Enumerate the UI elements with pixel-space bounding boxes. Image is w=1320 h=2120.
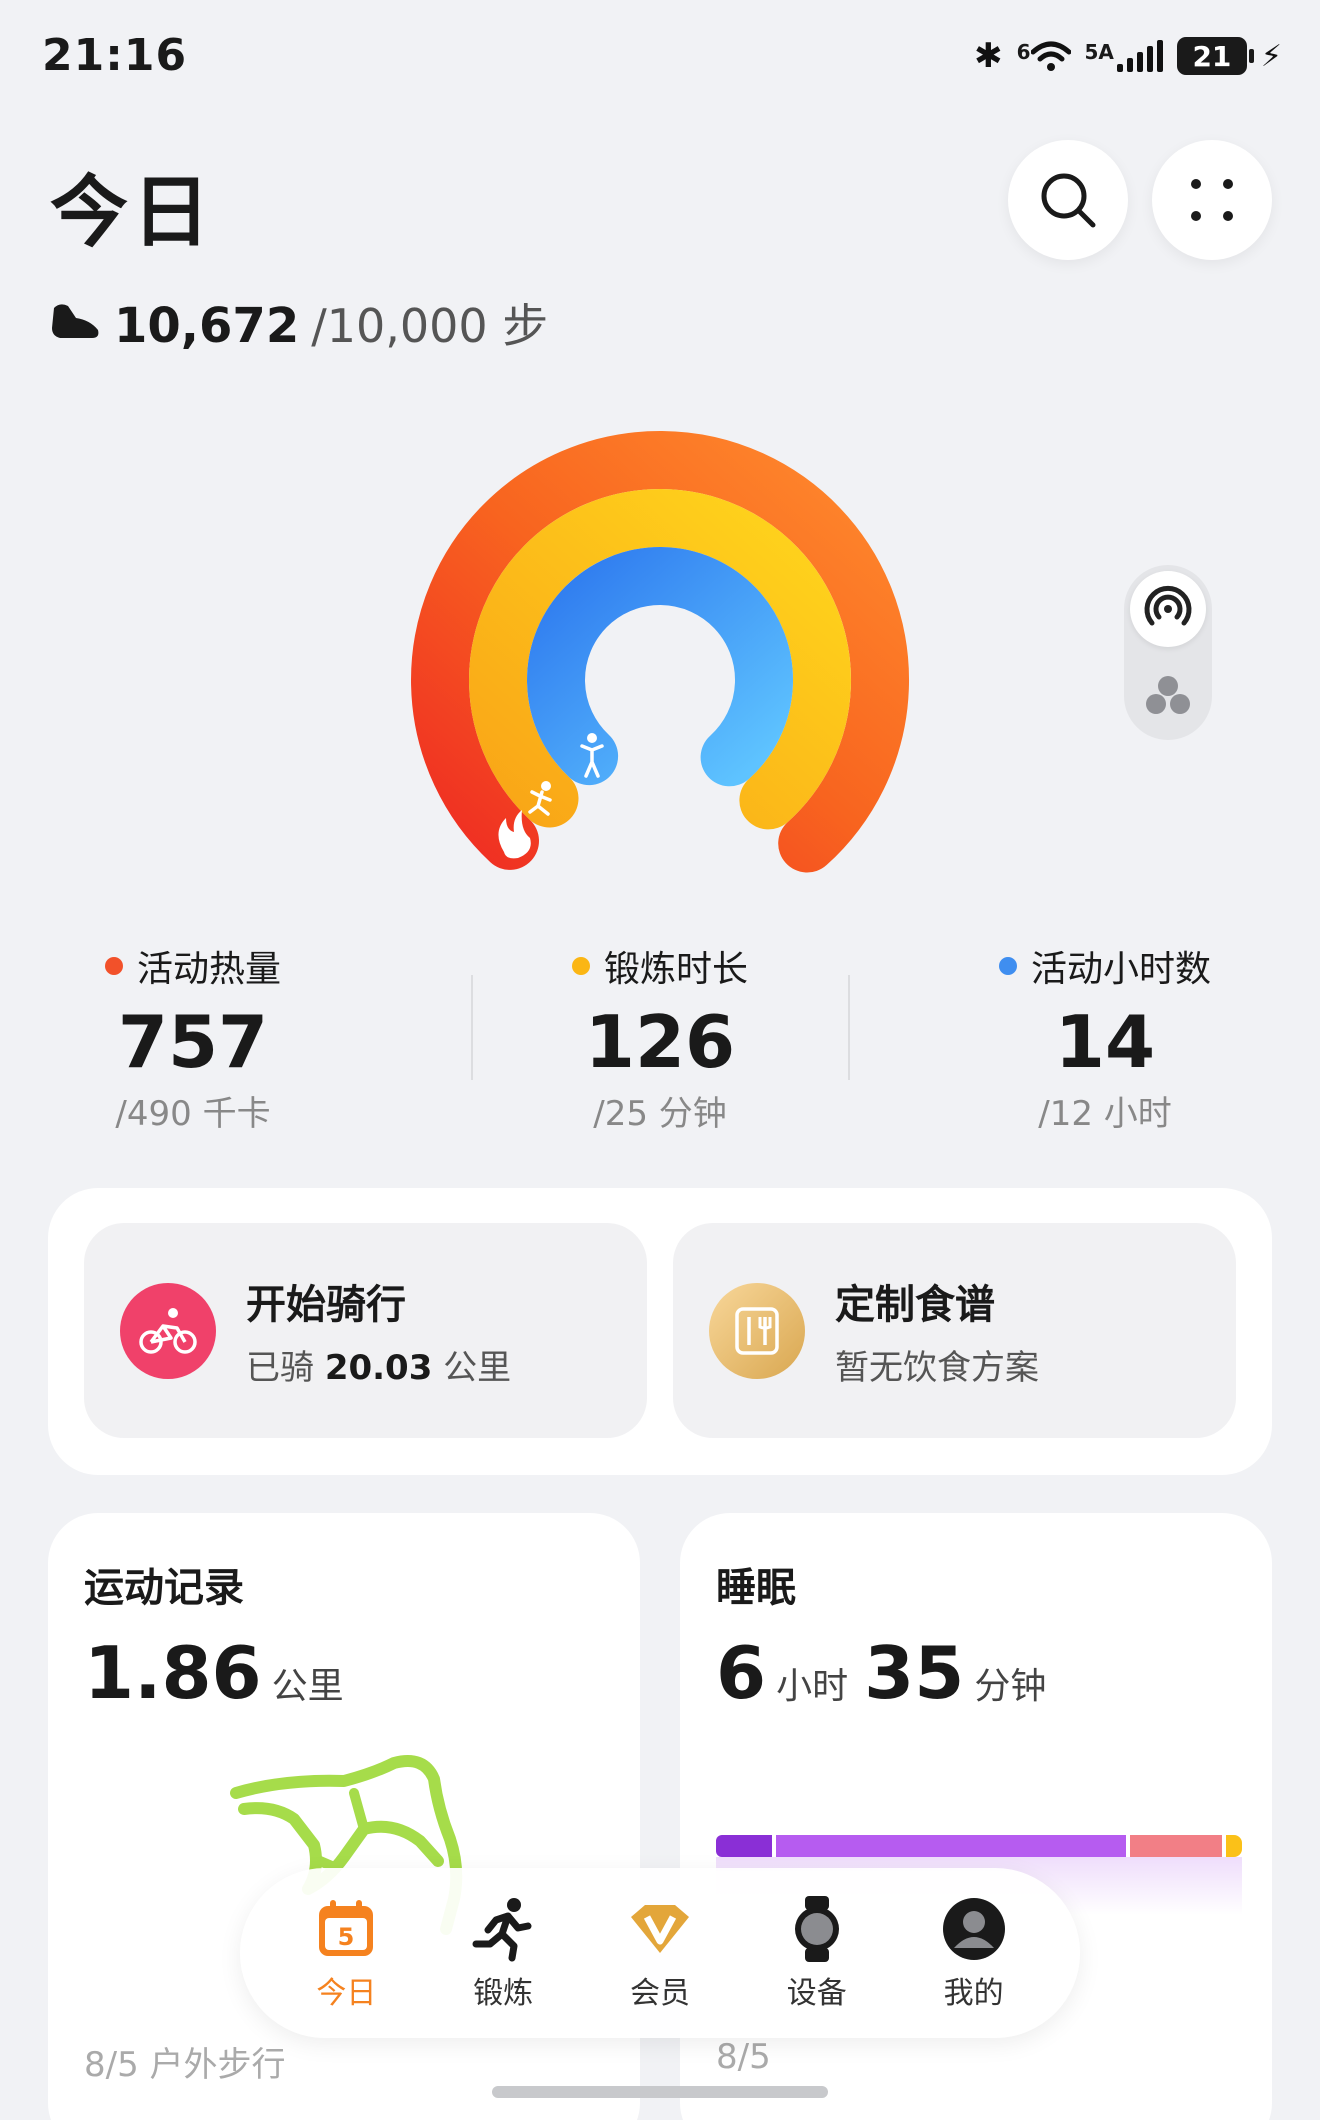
menu-icon: [709, 1282, 805, 1379]
stat-label: 锻炼时长: [603, 949, 748, 990]
quick-subtitle: 已骑 20.03 公里: [246, 1348, 512, 1388]
stat-goal: /12 小时: [1038, 1094, 1172, 1134]
calendar-badge: 5: [338, 1923, 355, 1951]
sleep-stage-segment: [1130, 1835, 1222, 1857]
stat-active-hours[interactable]: 活动小时数 14 /12 小时: [940, 940, 1270, 1135]
cycling-distance: 20.03: [324, 1348, 433, 1388]
card-title: 运动记录: [84, 1565, 244, 1611]
active-hours-ring: [527, 547, 793, 787]
stat-value: 757: [117, 1000, 269, 1084]
sleep-stage-segment: [776, 1835, 1126, 1857]
wifi-label: 6: [1016, 40, 1031, 64]
quick-title: 开始骑行: [246, 1282, 406, 1328]
sleep-minutes: 35: [864, 1631, 965, 1715]
card-title: 睡眠: [716, 1565, 796, 1611]
steps-summary[interactable]: 10,672 /10,000 步: [50, 290, 548, 356]
status-time: 21:16: [42, 30, 188, 81]
card-date: 8/5 户外步行: [84, 2045, 286, 2085]
custom-diet-card[interactable]: 定制食谱 暂无饮食方案: [673, 1223, 1236, 1438]
activity-rings[interactable]: [400, 420, 920, 900]
bluetooth-icon: ✱: [974, 36, 1003, 76]
sleep-minutes-unit: 分钟: [974, 1666, 1047, 1707]
calendar-icon: 5: [311, 1894, 381, 1964]
stat-value: 126: [584, 1000, 736, 1084]
rings-icon: [1144, 585, 1192, 626]
steps-goal: /10,000 步: [311, 299, 549, 353]
calories-dot: [104, 957, 123, 975]
shoe-icon: [52, 304, 99, 338]
nav-label: 今日: [316, 1976, 377, 2011]
grid-dots-icon: [1191, 179, 1233, 221]
quick-actions-panel: 开始骑行 已骑 20.03 公里 定制食谱 暂无饮食方案: [48, 1188, 1272, 1475]
search-button[interactable]: [1008, 140, 1128, 260]
nav-label: 会员: [629, 1976, 690, 2011]
metric-value: 1.86: [84, 1631, 262, 1715]
nav-label: 锻炼: [473, 1976, 534, 2011]
network-label: 5A: [1084, 40, 1114, 64]
rings-view-button[interactable]: [1130, 571, 1206, 647]
watch-icon: [782, 1894, 852, 1964]
sleep-hours-unit: 小时: [776, 1666, 849, 1707]
sleep-stage-segment: [1226, 1835, 1242, 1857]
divider: [848, 975, 850, 1080]
cycling-icon: [120, 1282, 216, 1379]
exercise-dot: [571, 957, 590, 975]
wifi-icon: 6: [1017, 40, 1071, 72]
runner-icon: [468, 1894, 538, 1964]
steps-current: 10,672: [114, 298, 300, 354]
stat-label: 活动小时数: [1030, 949, 1211, 990]
cellular-signal-icon: 5A: [1085, 40, 1163, 72]
profile-icon: [939, 1894, 1009, 1964]
quick-title: 定制食谱: [835, 1282, 995, 1328]
exercise-distance: 1.86 公里: [84, 1631, 344, 1715]
stat-calories[interactable]: 活动热量 757 /490 千卡: [28, 940, 358, 1135]
bubbles-icon: [1146, 676, 1190, 714]
nav-today[interactable]: 5 今日: [276, 1894, 416, 2012]
search-icon: [1041, 173, 1096, 228]
card-date: 8/5: [716, 2037, 771, 2077]
status-icons: ✱ 6 5A 21 ⚡: [974, 36, 1282, 76]
bubbles-view-button[interactable]: [1130, 657, 1206, 733]
ring-mode-toggle[interactable]: [1124, 565, 1212, 740]
nav-label: 设备: [786, 1976, 847, 2011]
vip-icon: [625, 1894, 695, 1964]
active-hours-dot: [998, 957, 1017, 975]
stat-value: 14: [1054, 1000, 1156, 1084]
metric-unit: 公里: [271, 1666, 344, 1707]
bottom-nav: 5 今日 锻炼 会员 设备 我的: [240, 1868, 1080, 2038]
stat-goal: /25 分钟: [593, 1094, 727, 1134]
nav-vip[interactable]: 会员: [590, 1894, 730, 2012]
quick-subtitle: 暂无饮食方案: [835, 1348, 1039, 1388]
divider: [471, 975, 473, 1080]
more-button[interactable]: [1152, 140, 1272, 260]
battery-level: 21: [1192, 39, 1232, 73]
home-indicator[interactable]: [492, 2086, 828, 2098]
nav-profile[interactable]: 我的: [904, 1894, 1044, 2012]
nav-device[interactable]: 设备: [747, 1894, 887, 2012]
sleep-hours: 6: [716, 1631, 767, 1715]
sleep-stage-segment: [716, 1835, 772, 1857]
sleep-duration: 6 小时 35 分钟: [716, 1631, 1046, 1715]
nav-label: 我的: [943, 1976, 1004, 2011]
nav-workout[interactable]: 锻炼: [433, 1894, 573, 2012]
stat-goal: /490 千卡: [115, 1094, 271, 1134]
stat-label: 活动热量: [136, 949, 281, 990]
page-title: 今日: [50, 168, 215, 258]
start-cycling-card[interactable]: 开始骑行 已骑 20.03 公里: [84, 1223, 647, 1438]
battery-icon: 21: [1176, 37, 1254, 75]
charging-icon: ⚡: [1260, 38, 1282, 74]
stat-exercise[interactable]: 锻炼时长 126 /25 分钟: [495, 940, 825, 1135]
